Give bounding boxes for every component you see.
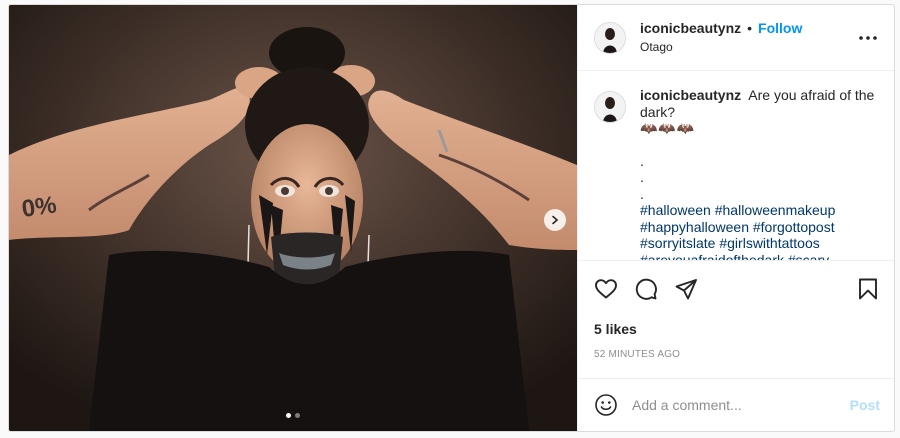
caption-dot: . (640, 185, 644, 202)
hashtag-link[interactable]: #happyhalloween (640, 219, 749, 235)
caption-username[interactable]: iconicbeautynz (640, 87, 741, 103)
post-header: iconicbeautynz • Follow Otago (578, 5, 894, 71)
share-button[interactable] (674, 277, 698, 301)
author-avatar[interactable] (594, 21, 626, 54)
hashtag-link[interactable]: #girlswithtattoos (719, 235, 819, 251)
carousel-next-button[interactable] (544, 209, 566, 231)
post-side-panel: iconicbeautynz • Follow Otago iconicbeau… (577, 5, 894, 431)
hashtag-link[interactable]: #forgottopost (753, 219, 835, 235)
post-caption: iconicbeautynz Are you afraid of the dar… (594, 87, 880, 260)
bookmark-icon (859, 278, 877, 300)
svg-text:0%: 0% (20, 191, 58, 223)
hashtag-link[interactable]: #halloweenmakeup (715, 202, 836, 218)
post-media[interactable]: 0% (9, 5, 577, 431)
post-timestamp[interactable]: 52 MINUTES AGO (594, 349, 880, 360)
hashtag-link[interactable]: #scary (788, 252, 829, 261)
follow-button[interactable]: Follow (758, 19, 802, 37)
like-button[interactable] (594, 277, 618, 301)
hashtag-link[interactable]: #areyouafraidofthedark (640, 252, 784, 261)
likes-count[interactable]: 5 likes (594, 321, 880, 337)
caption-dot: . (640, 169, 644, 185)
more-options-button[interactable] (856, 26, 880, 50)
caption-avatar[interactable] (594, 91, 626, 123)
post-photo: 0% (9, 5, 577, 431)
instagram-post: 0% iconicbeautynz • Follow Otago iconicb… (8, 4, 895, 432)
avatar-image (595, 92, 625, 122)
chevron-right-icon (552, 215, 559, 225)
hashtag-list: #halloween #halloweenmakeup #happyhallow… (640, 202, 880, 260)
separator-dot: • (747, 20, 753, 36)
caption-dot: . (640, 152, 644, 169)
avatar-image (595, 22, 625, 53)
more-options-icon (859, 35, 877, 40)
carousel-dot-active (286, 413, 291, 418)
caption-emoji: 🦇🦇🦇 (640, 120, 696, 136)
carousel-dot (295, 413, 300, 418)
comment-icon (635, 278, 657, 300)
hashtag-link[interactable]: #sorryitslate (640, 235, 715, 251)
author-username[interactable]: iconicbeautynz (640, 19, 741, 37)
share-icon (675, 279, 697, 300)
carousel-indicator (286, 413, 300, 418)
post-location[interactable]: Otago (640, 38, 802, 56)
heart-icon (595, 279, 617, 299)
post-actions: 5 likes 52 MINUTES AGO (578, 260, 894, 360)
hashtag-link[interactable]: #halloween (640, 202, 711, 218)
comment-button[interactable] (634, 277, 658, 301)
add-comment-bar: Post (578, 378, 894, 431)
save-button[interactable] (856, 277, 880, 301)
smiley-icon[interactable] (594, 393, 618, 417)
comment-input[interactable] (632, 397, 850, 413)
post-comment-button[interactable]: Post (850, 397, 880, 413)
comments-area[interactable]: iconicbeautynz Are you afraid of the dar… (578, 71, 894, 260)
